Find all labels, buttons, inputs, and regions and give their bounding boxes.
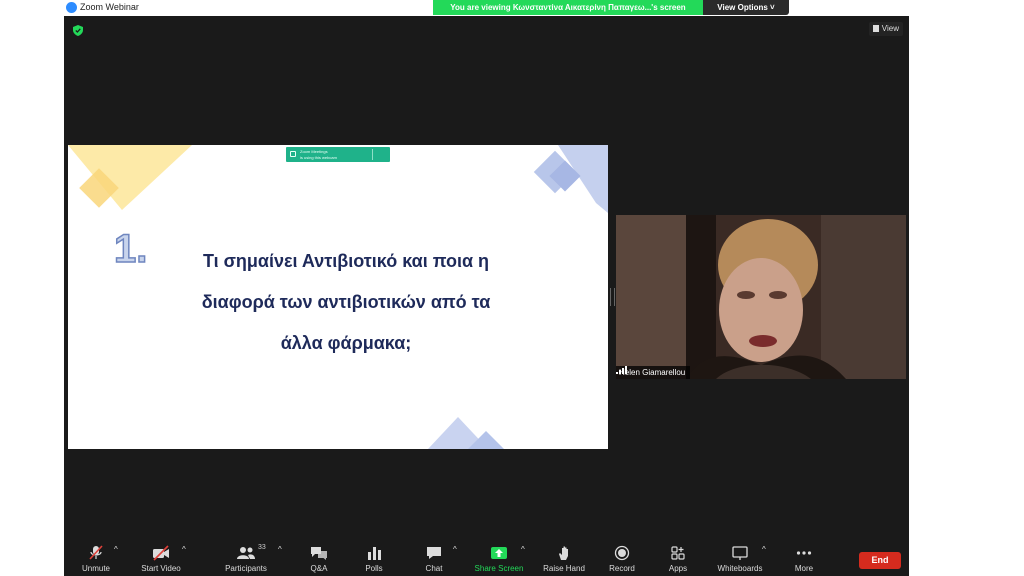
apps-icon [671,546,685,560]
zoom-logo-icon [66,2,77,13]
record-label: Record [609,564,635,573]
divider [372,149,373,160]
whiteboard-icon [732,546,748,560]
chevron-down-icon: ˅ [770,3,775,12]
meeting-toolbar: Unmute ^ Start Video ^ Participants 33 ^… [64,543,909,576]
zoom-notice-title: Zoom Meetings [300,149,328,154]
slide-line: Τι σημαίνει Αντιβιοτικό και ποια η [202,251,490,271]
record-button[interactable]: Record [606,545,638,575]
whiteboards-button[interactable]: Whiteboards [714,545,766,575]
meeting-stage: View Zoom Meetings is using this webcam … [64,16,909,548]
participants-count: 33 [258,544,266,551]
chat-options-caret[interactable]: ^ [453,545,457,575]
share-screen-icon [491,547,507,559]
record-icon [614,545,630,561]
view-options-button[interactable]: View Options ˅ [703,0,789,15]
view-options-label: View Options [717,3,768,12]
slide-line: διαφορά των αντιβιοτικών από τα [201,292,491,312]
signal-strength-icon [616,366,627,374]
speaker-video[interactable]: Helen Giamarellou [616,215,906,379]
slide-line: άλλα φάρμακα; [280,333,412,353]
title-bar: Zoom Webinar You are viewing Κωνσταντίνα… [0,0,1024,16]
chat-button[interactable]: Chat [420,545,448,575]
view-layout-icon [872,25,879,32]
video-options-caret[interactable]: ^ [182,545,186,575]
screen-share-banner: You are viewing Κωνσταντίνα Αικατερίνη Π… [433,0,703,15]
participants-icon [237,547,255,559]
qa-button[interactable]: Q&A [304,545,334,575]
speaker-name-tag: Helen Giamarellou [616,366,691,379]
apps-label: Apps [668,564,688,573]
view-button[interactable]: View [868,22,903,36]
unmute-label: Unmute [81,564,110,573]
whiteboards-label: Whiteboards [717,564,763,573]
share-screen-button[interactable]: Share Screen [472,545,526,575]
unmute-button[interactable]: Unmute [76,545,116,575]
zoom-notice-text: is using this webcam [300,155,337,160]
polls-button[interactable]: Polls [360,545,388,575]
view-button-label: View [881,24,899,33]
video-off-icon [153,545,169,561]
more-icon [796,551,812,555]
participants-label: Participants [225,564,267,573]
slide-question: Τι σημαίνει Αντιβιοτικό και ποια η διαφο… [156,241,536,364]
start-video-button[interactable]: Start Video [136,545,186,575]
mic-muted-icon [89,545,103,560]
speaker-video-frame [616,215,906,379]
more-label: More [794,564,814,573]
more-button[interactable]: More [788,545,820,575]
whiteboards-options-caret[interactable]: ^ [762,545,766,575]
share-screen-label: Share Screen [474,564,524,573]
slide-number: 1. [113,226,148,272]
raise-hand-icon [559,546,568,560]
zoom-webcam-notice: Zoom Meetings is using this webcam [286,147,390,162]
start-video-label: Start Video [141,564,181,573]
qa-icon [311,547,327,560]
polls-label: Polls [365,564,383,573]
split-drag-handle[interactable] [610,288,615,306]
encryption-shield-icon [73,25,83,36]
shared-screen: Zoom Meetings is using this webcam 1. Τι… [68,145,608,449]
chat-label: Chat [425,564,443,573]
chat-icon [427,547,441,559]
apps-button[interactable]: Apps [664,545,692,575]
raise-hand-button[interactable]: Raise Hand [540,545,588,575]
audio-options-caret[interactable]: ^ [114,545,118,575]
raise-hand-label: Raise Hand [543,564,585,573]
qa-label: Q&A [310,564,328,573]
polls-icon [368,547,381,560]
share-options-caret[interactable]: ^ [521,545,525,575]
speaker-name: Helen Giamarellou [619,368,686,377]
app-title: Zoom Webinar [80,2,139,12]
end-button[interactable]: End [859,552,901,569]
participants-options-caret[interactable]: ^ [278,545,282,575]
camera-icon [290,151,296,157]
